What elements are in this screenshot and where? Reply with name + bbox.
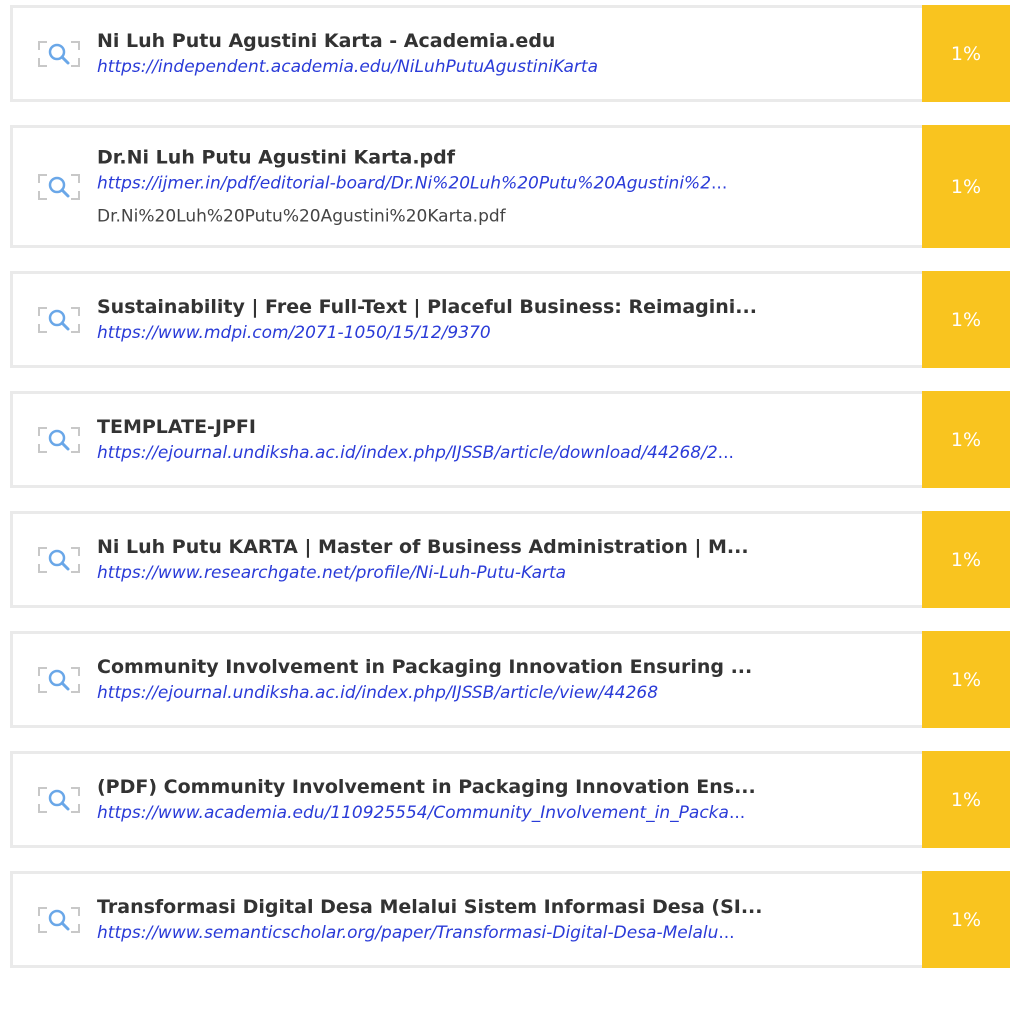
source-link[interactable]: https://ijmer.in/pdf/editorial-board/Dr.… — [97, 170, 847, 196]
match-percent-badge: 1% — [922, 511, 1010, 608]
search-document-icon — [35, 782, 83, 818]
source-title: Ni Luh Putu Agustini Karta - Academia.ed… — [97, 29, 556, 52]
source-title: Sustainability | Free Full-Text | Placef… — [97, 295, 757, 318]
source-title: Community Involvement in Packaging Innov… — [97, 655, 753, 678]
match-percent-badge: 1% — [922, 271, 1010, 368]
search-document-icon — [35, 902, 83, 938]
match-percent-badge: 1% — [922, 871, 1010, 968]
source-title: Transformasi Digital Desa Melalui Sistem… — [97, 895, 763, 918]
source-item[interactable]: Transformasi Digital Desa Melalui Sistem… — [10, 871, 1010, 968]
url-ellipsis: ... — [711, 173, 728, 193]
match-percent-badge: 1% — [922, 5, 1010, 102]
match-percent-badge: 1% — [922, 391, 1010, 488]
source-link[interactable]: https://www.mdpi.com/2071-1050/15/12/937… — [97, 320, 847, 346]
source-item[interactable]: Ni Luh Putu Agustini Karta - Academia.ed… — [10, 5, 1010, 102]
source-title: TEMPLATE-JPFI — [97, 415, 256, 438]
source-link[interactable]: https://www.academia.edu/110925554/Commu… — [97, 800, 847, 826]
search-document-icon — [35, 169, 83, 205]
match-percent-badge: 1% — [922, 751, 1010, 848]
source-link[interactable]: https://ejournal.undiksha.ac.id/index.ph… — [97, 680, 847, 706]
source-link[interactable]: https://www.semanticscholar.org/paper/Tr… — [97, 920, 847, 946]
url-ellipsis: ... — [718, 922, 735, 943]
source-title: Ni Luh Putu KARTA | Master of Business A… — [97, 535, 749, 558]
source-link[interactable]: https://www.researchgate.net/profile/Ni-… — [97, 560, 847, 586]
search-document-icon — [35, 422, 83, 458]
source-filename: Dr.Ni%20Luh%20Putu%20Agustini%20Karta.pd… — [97, 206, 506, 226]
search-document-icon — [35, 36, 83, 72]
search-document-icon — [35, 542, 83, 578]
match-percent-badge: 1% — [922, 125, 1010, 248]
search-document-icon — [35, 302, 83, 338]
source-list: Ni Luh Putu Agustini Karta - Academia.ed… — [10, 5, 1010, 991]
source-link[interactable]: https://independent.academia.edu/NiLuhPu… — [97, 54, 847, 80]
source-item[interactable]: (PDF) Community Involvement in Packaging… — [10, 751, 1010, 848]
source-item[interactable]: Ni Luh Putu KARTA | Master of Business A… — [10, 511, 1010, 608]
source-item[interactable]: TEMPLATE-JPFI https://ejournal.undiksha.… — [10, 391, 1010, 488]
source-title: (PDF) Community Involvement in Packaging… — [97, 775, 756, 798]
source-link[interactable]: https://ejournal.undiksha.ac.id/index.ph… — [97, 440, 847, 466]
search-document-icon — [35, 662, 83, 698]
url-ellipsis: ... — [717, 442, 734, 463]
source-item[interactable]: Dr.Ni Luh Putu Agustini Karta.pdf https:… — [10, 125, 1010, 248]
url-ellipsis: ... — [728, 802, 746, 823]
source-title: Dr.Ni Luh Putu Agustini Karta.pdf — [97, 146, 456, 168]
match-percent-badge: 1% — [922, 631, 1010, 728]
source-item[interactable]: Sustainability | Free Full-Text | Placef… — [10, 271, 1010, 368]
source-item[interactable]: Community Involvement in Packaging Innov… — [10, 631, 1010, 728]
